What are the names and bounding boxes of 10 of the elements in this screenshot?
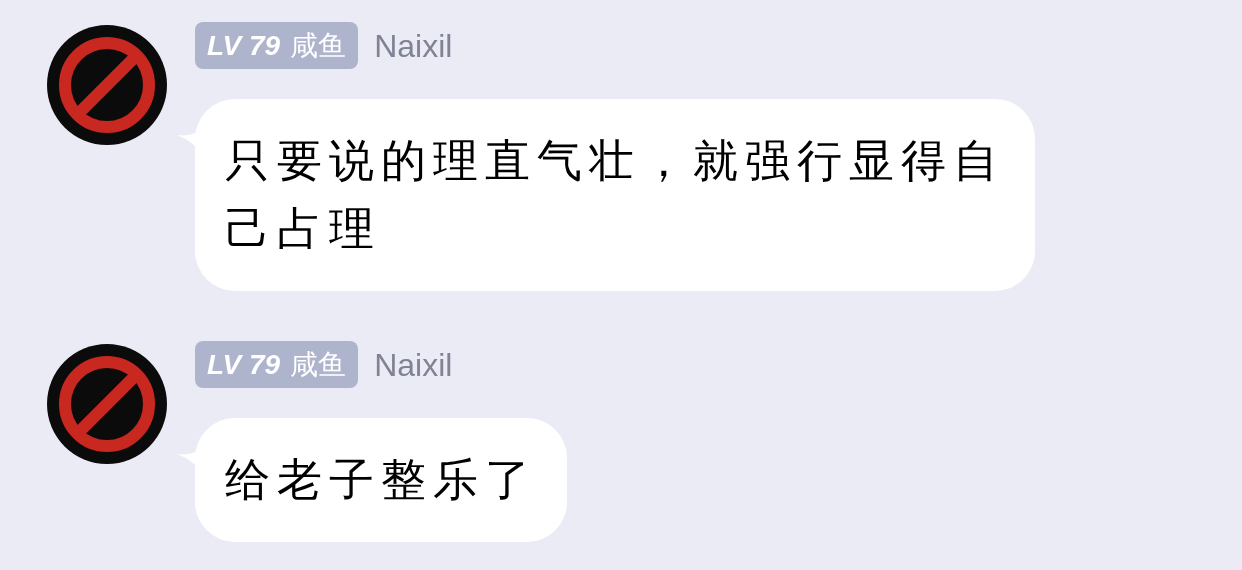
user-name: Naixil [374,26,453,66]
avatar-icon[interactable] [47,25,167,145]
title-text: 咸鱼 [290,28,347,63]
level-text: LV 79 [207,347,281,382]
title-text: 咸鱼 [290,347,347,382]
user-name: Naixil [374,345,453,385]
message-text: 给老子整乐了 [225,453,537,507]
level-text: LV 79 [207,28,281,63]
avatar-icon[interactable] [47,344,167,464]
message-text: 只要说的理直气壮，就强行显得自己占理 [225,134,1005,256]
